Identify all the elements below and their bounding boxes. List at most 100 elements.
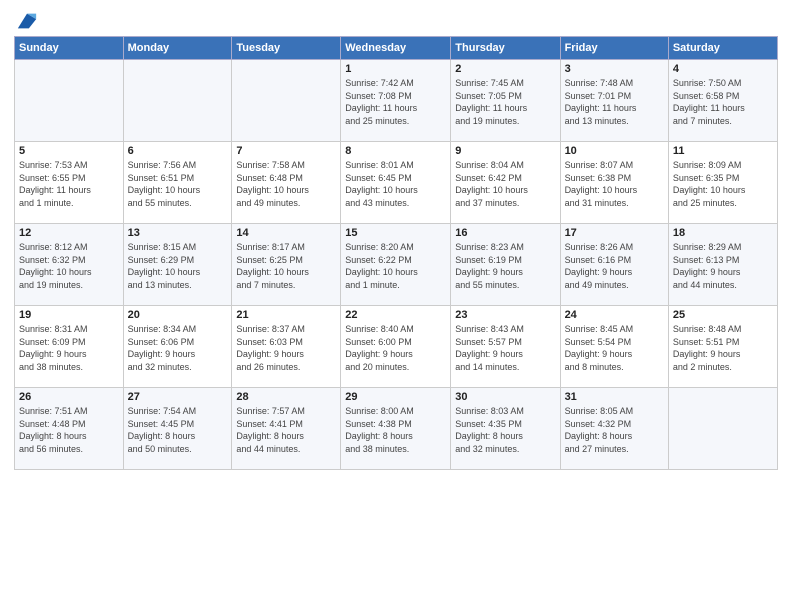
day-info: Sunrise: 7:48 AM Sunset: 7:01 PM Dayligh…: [565, 77, 664, 127]
logo-icon: [16, 10, 38, 32]
day-number: 5: [19, 145, 119, 157]
day-number: 9: [455, 145, 555, 157]
day-number: 28: [236, 391, 336, 403]
day-number: 24: [565, 309, 664, 321]
day-number: 12: [19, 227, 119, 239]
day-info: Sunrise: 7:51 AM Sunset: 4:48 PM Dayligh…: [19, 405, 119, 455]
day-info: Sunrise: 8:17 AM Sunset: 6:25 PM Dayligh…: [236, 241, 336, 291]
day-cell: 5 Sunrise: 7:53 AM Sunset: 6:55 PM Daylig…: [15, 142, 124, 224]
day-cell: [668, 388, 777, 470]
day-cell: 22Sunrise: 8:40 AM Sunset: 6:00 PM Dayli…: [341, 306, 451, 388]
day-info: Sunrise: 7:54 AM Sunset: 4:45 PM Dayligh…: [128, 405, 228, 455]
weekday-tuesday: Tuesday: [232, 37, 341, 60]
weekday-wednesday: Wednesday: [341, 37, 451, 60]
day-cell: 12 Sunrise: 8:12 AM Sunset: 6:32 PM Dayli…: [15, 224, 124, 306]
day-info: Sunrise: 7:45 AM Sunset: 7:05 PM Dayligh…: [455, 77, 555, 127]
weekday-friday: Friday: [560, 37, 668, 60]
weekday-header-row: SundayMondayTuesdayWednesdayThursdayFrid…: [15, 37, 778, 60]
week-row-5: 26Sunrise: 7:51 AM Sunset: 4:48 PM Dayli…: [15, 388, 778, 470]
day-number: 23: [455, 309, 555, 321]
day-info: Sunrise: 8:03 AM Sunset: 4:35 PM Dayligh…: [455, 405, 555, 455]
day-cell: 3 Sunrise: 7:48 AM Sunset: 7:01 PM Daylig…: [560, 60, 668, 142]
day-cell: 21Sunrise: 8:37 AM Sunset: 6:03 PM Dayli…: [232, 306, 341, 388]
weekday-sunday: Sunday: [15, 37, 124, 60]
day-cell: 29 Sunrise: 8:00 AM Sunset: 4:38 PM Dayli…: [341, 388, 451, 470]
day-cell: 31 Sunrise: 8:05 AM Sunset: 4:32 PM Dayli…: [560, 388, 668, 470]
day-cell: 9 Sunrise: 8:04 AM Sunset: 6:42 PM Daylig…: [451, 142, 560, 224]
day-number: 13: [128, 227, 228, 239]
day-cell: 16 Sunrise: 8:23 AM Sunset: 6:19 PM Dayli…: [451, 224, 560, 306]
day-info: Sunrise: 8:15 AM Sunset: 6:29 PM Dayligh…: [128, 241, 228, 291]
day-cell: [15, 60, 124, 142]
weekday-saturday: Saturday: [668, 37, 777, 60]
day-info: Sunrise: 8:00 AM Sunset: 4:38 PM Dayligh…: [345, 405, 446, 455]
day-info: Sunrise: 8:40 AM Sunset: 6:00 PM Dayligh…: [345, 323, 446, 373]
day-cell: 25 Sunrise: 8:48 AM Sunset: 5:51 PM Dayli…: [668, 306, 777, 388]
day-cell: 26Sunrise: 7:51 AM Sunset: 4:48 PM Dayli…: [15, 388, 124, 470]
day-number: 8: [345, 145, 446, 157]
day-number: 10: [565, 145, 664, 157]
day-number: 3: [565, 63, 664, 75]
day-cell: 28Sunrise: 7:57 AM Sunset: 4:41 PM Dayli…: [232, 388, 341, 470]
day-info: Sunrise: 8:09 AM Sunset: 6:35 PM Dayligh…: [673, 159, 773, 209]
day-number: 18: [673, 227, 773, 239]
day-number: 6: [128, 145, 228, 157]
logo: [14, 10, 38, 30]
day-number: 29: [345, 391, 446, 403]
day-info: Sunrise: 8:31 AM Sunset: 6:09 PM Dayligh…: [19, 323, 119, 373]
day-cell: 15 Sunrise: 8:20 AM Sunset: 6:22 PM Dayli…: [341, 224, 451, 306]
day-cell: 4 Sunrise: 7:50 AM Sunset: 6:58 PM Daylig…: [668, 60, 777, 142]
day-cell: [232, 60, 341, 142]
day-cell: 19Sunrise: 8:31 AM Sunset: 6:09 PM Dayli…: [15, 306, 124, 388]
day-cell: [123, 60, 232, 142]
day-cell: 27 Sunrise: 7:54 AM Sunset: 4:45 PM Dayli…: [123, 388, 232, 470]
day-number: 11: [673, 145, 773, 157]
day-cell: 6 Sunrise: 7:56 AM Sunset: 6:51 PM Daylig…: [123, 142, 232, 224]
day-cell: 14 Sunrise: 8:17 AM Sunset: 6:25 PM Dayli…: [232, 224, 341, 306]
day-info: Sunrise: 8:26 AM Sunset: 6:16 PM Dayligh…: [565, 241, 664, 291]
day-number: 25: [673, 309, 773, 321]
day-info: Sunrise: 8:43 AM Sunset: 5:57 PM Dayligh…: [455, 323, 555, 373]
day-info: Sunrise: 8:04 AM Sunset: 6:42 PM Dayligh…: [455, 159, 555, 209]
day-number: 1: [345, 63, 446, 75]
day-cell: 13 Sunrise: 8:15 AM Sunset: 6:29 PM Dayli…: [123, 224, 232, 306]
day-info: Sunrise: 8:34 AM Sunset: 6:06 PM Dayligh…: [128, 323, 228, 373]
day-number: 31: [565, 391, 664, 403]
weekday-thursday: Thursday: [451, 37, 560, 60]
day-cell: 10 Sunrise: 8:07 AM Sunset: 6:38 PM Dayli…: [560, 142, 668, 224]
weekday-monday: Monday: [123, 37, 232, 60]
day-info: Sunrise: 7:56 AM Sunset: 6:51 PM Dayligh…: [128, 159, 228, 209]
day-info: Sunrise: 7:50 AM Sunset: 6:58 PM Dayligh…: [673, 77, 773, 127]
day-number: 16: [455, 227, 555, 239]
week-row-3: 12 Sunrise: 8:12 AM Sunset: 6:32 PM Dayli…: [15, 224, 778, 306]
day-cell: 11 Sunrise: 8:09 AM Sunset: 6:35 PM Dayli…: [668, 142, 777, 224]
day-cell: 7 Sunrise: 7:58 AM Sunset: 6:48 PM Daylig…: [232, 142, 341, 224]
day-info: Sunrise: 8:37 AM Sunset: 6:03 PM Dayligh…: [236, 323, 336, 373]
day-cell: 2 Sunrise: 7:45 AM Sunset: 7:05 PM Daylig…: [451, 60, 560, 142]
day-number: 14: [236, 227, 336, 239]
day-info: Sunrise: 8:01 AM Sunset: 6:45 PM Dayligh…: [345, 159, 446, 209]
day-info: Sunrise: 8:45 AM Sunset: 5:54 PM Dayligh…: [565, 323, 664, 373]
week-row-4: 19Sunrise: 8:31 AM Sunset: 6:09 PM Dayli…: [15, 306, 778, 388]
day-cell: 30Sunrise: 8:03 AM Sunset: 4:35 PM Dayli…: [451, 388, 560, 470]
day-info: Sunrise: 8:23 AM Sunset: 6:19 PM Dayligh…: [455, 241, 555, 291]
day-info: Sunrise: 8:05 AM Sunset: 4:32 PM Dayligh…: [565, 405, 664, 455]
day-info: Sunrise: 8:07 AM Sunset: 6:38 PM Dayligh…: [565, 159, 664, 209]
day-number: 27: [128, 391, 228, 403]
day-number: 15: [345, 227, 446, 239]
calendar-table: SundayMondayTuesdayWednesdayThursdayFrid…: [14, 36, 778, 470]
day-info: Sunrise: 8:20 AM Sunset: 6:22 PM Dayligh…: [345, 241, 446, 291]
header: [14, 10, 778, 30]
day-number: 2: [455, 63, 555, 75]
day-info: Sunrise: 8:48 AM Sunset: 5:51 PM Dayligh…: [673, 323, 773, 373]
day-cell: 20Sunrise: 8:34 AM Sunset: 6:06 PM Dayli…: [123, 306, 232, 388]
day-cell: 23 Sunrise: 8:43 AM Sunset: 5:57 PM Dayli…: [451, 306, 560, 388]
day-info: Sunrise: 7:42 AM Sunset: 7:08 PM Dayligh…: [345, 77, 446, 127]
day-info: Sunrise: 8:12 AM Sunset: 6:32 PM Dayligh…: [19, 241, 119, 291]
day-info: Sunrise: 7:58 AM Sunset: 6:48 PM Dayligh…: [236, 159, 336, 209]
day-cell: 1 Sunrise: 7:42 AM Sunset: 7:08 PM Daylig…: [341, 60, 451, 142]
day-info: Sunrise: 7:53 AM Sunset: 6:55 PM Dayligh…: [19, 159, 119, 209]
day-number: 7: [236, 145, 336, 157]
day-number: 4: [673, 63, 773, 75]
day-info: Sunrise: 8:29 AM Sunset: 6:13 PM Dayligh…: [673, 241, 773, 291]
